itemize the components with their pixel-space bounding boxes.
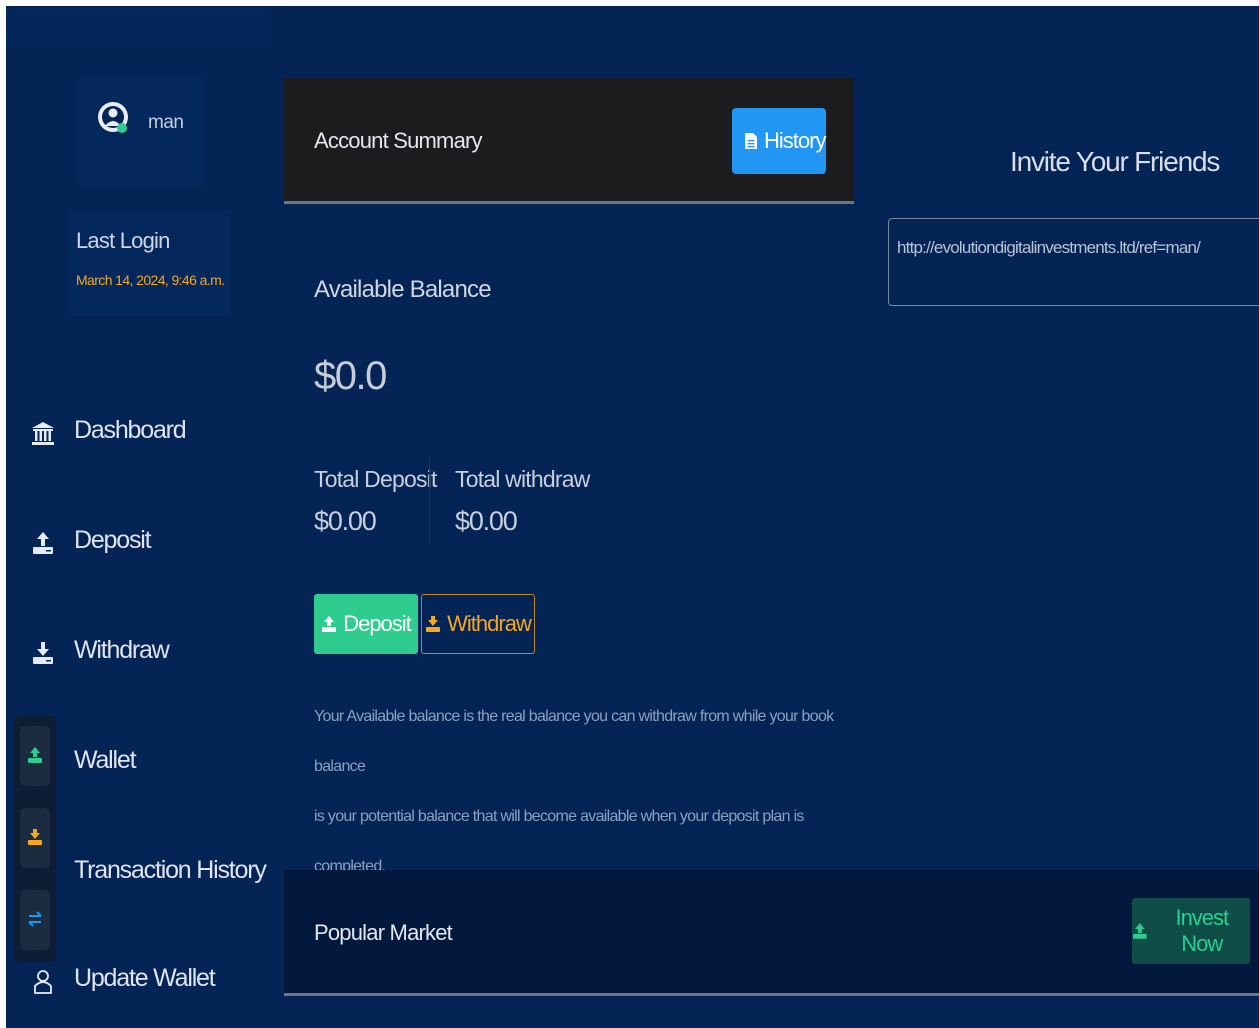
balance-note: Your Available balance is the real balan…: [314, 692, 854, 892]
invest-now-label: Invest Now: [1175, 905, 1229, 956]
nav-label-dashboard: Dashboard: [74, 416, 187, 444]
invest-now-button[interactable]: Invest Now: [1132, 898, 1250, 964]
nav-label-withdraw: Withdraw: [74, 636, 170, 664]
available-balance-label: Available Balance: [314, 276, 492, 303]
balance-note-line1: Your Available balance is the real balan…: [314, 708, 834, 775]
avatar: [98, 102, 128, 133]
invite-title: Invite Your Friends: [1010, 146, 1220, 177]
nav-label-wallet: Wallet: [74, 746, 137, 774]
last-login-date: March 14, 2024, 9:46 a.m.: [76, 272, 225, 288]
profile-card[interactable]: man: [78, 78, 204, 186]
quick-withdraw-button[interactable]: [20, 808, 50, 868]
popular-market-header: Popular Market Invest Now: [284, 870, 1259, 996]
dashboard-app: man Last Login March 14, 2024, 9:46 a.m.…: [6, 6, 1259, 1028]
withdraw-button-label: Withdraw: [447, 611, 532, 636]
upload-icon: [322, 616, 337, 632]
document-icon: [745, 133, 757, 149]
download-icon: [28, 829, 42, 845]
total-withdraw-label: Total withdraw: [455, 466, 590, 492]
upload-icon: [33, 532, 53, 554]
quick-transfer-button[interactable]: [20, 890, 50, 950]
nav-label-deposit: Deposit: [74, 526, 152, 554]
account-summary-title: Account Summary: [314, 128, 483, 153]
nav-item-withdraw[interactable]: Withdraw: [6, 626, 266, 676]
stat-divider: [429, 456, 430, 542]
popular-market-title: Popular Market: [314, 920, 453, 945]
bank-icon: [32, 422, 54, 445]
upload-icon: [28, 747, 42, 763]
download-icon: [33, 642, 53, 664]
referral-link-input[interactable]: [888, 218, 1259, 306]
withdraw-button[interactable]: Withdraw: [421, 594, 535, 654]
total-deposit-value: $0.00: [314, 506, 377, 536]
history-button[interactable]: History: [732, 108, 826, 174]
nav-label-update-wallet: Update Wallet: [74, 964, 216, 992]
total-withdraw-value: $0.00: [455, 506, 518, 536]
nav-label-transaction-history: Transaction History: [74, 856, 267, 884]
sidebar-top-shade: [6, 6, 271, 42]
last-login-label: Last Login: [76, 228, 170, 253]
download-icon: [426, 616, 441, 632]
last-login-card: Last Login March 14, 2024, 9:46 a.m.: [68, 210, 230, 316]
deposit-button-label: Deposit: [343, 611, 412, 636]
account-summary-header: Account Summary History: [284, 78, 854, 204]
quick-action-bar: [14, 716, 56, 962]
quick-deposit-button[interactable]: [20, 726, 50, 786]
available-balance-value: $0.0: [314, 354, 387, 398]
total-deposit-label: Total Deposit: [314, 466, 437, 492]
transfer-icon: [28, 911, 42, 927]
upload-icon: [1132, 923, 1147, 939]
profile-username: man: [148, 112, 184, 133]
nav-item-dashboard[interactable]: Dashboard: [6, 406, 266, 456]
deposit-button[interactable]: Deposit: [314, 594, 418, 654]
history-button-label: History: [764, 128, 826, 153]
nav-item-deposit[interactable]: Deposit: [6, 516, 266, 566]
user-icon: [34, 970, 52, 994]
